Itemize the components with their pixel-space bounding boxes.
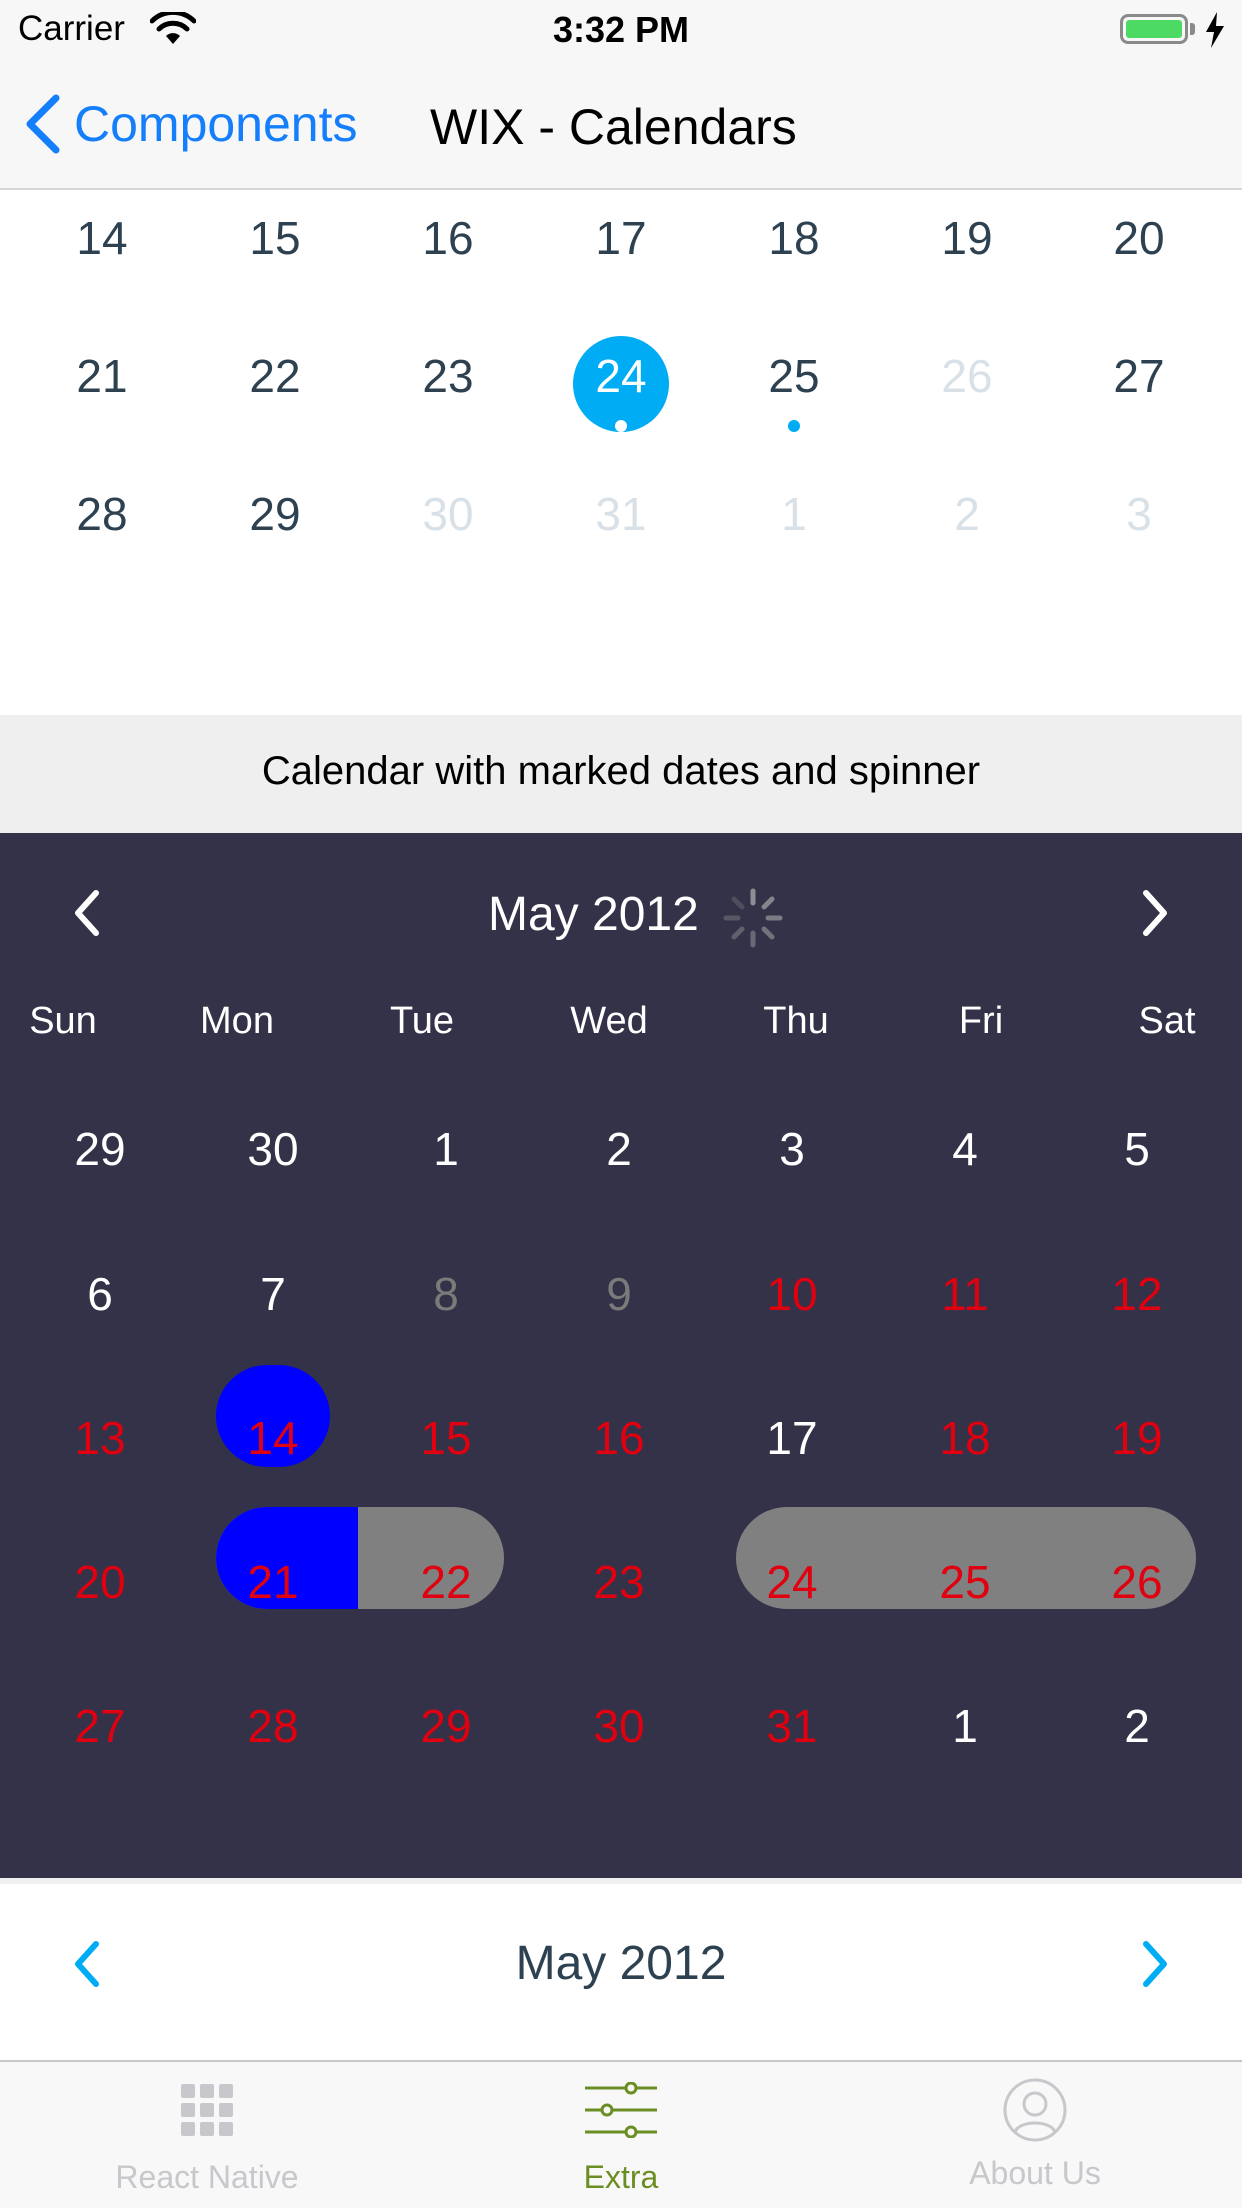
day-cell[interactable]: 26 bbox=[1062, 1552, 1212, 1612]
day-cell[interactable]: 1 bbox=[719, 484, 869, 544]
day-cell[interactable]: 10 bbox=[717, 1264, 867, 1324]
weekday-label: Fri bbox=[958, 1000, 1004, 1042]
day-cell[interactable]: 25 bbox=[719, 346, 869, 406]
previous-month-arrow[interactable] bbox=[68, 887, 108, 939]
weekday-label: Sun bbox=[29, 1000, 97, 1042]
tab-label: Extra bbox=[583, 2159, 659, 2195]
day-cell[interactable]: 21 bbox=[198, 1552, 348, 1612]
status-time: 3:32 PM bbox=[552, 9, 690, 50]
day-cell[interactable]: 20 bbox=[25, 1552, 175, 1612]
section-header: Calendar with marked dates and spinner bbox=[0, 715, 1242, 833]
next-month-arrow[interactable] bbox=[1134, 887, 1174, 939]
marked-day-dot bbox=[615, 420, 627, 432]
day-cell[interactable]: 19 bbox=[1062, 1408, 1212, 1468]
back-button-label: Components bbox=[74, 96, 358, 152]
day-cell[interactable]: 12 bbox=[1062, 1264, 1212, 1324]
day-cell[interactable]: 21 bbox=[27, 346, 177, 406]
day-cell[interactable]: 22 bbox=[371, 1552, 521, 1612]
day-cell[interactable]: 30 bbox=[544, 1696, 694, 1756]
calendar-dark: May 2012 Sun Mon Tue Wed Thu Fri Sat 29 30 1 2 3 4 5… bbox=[0, 833, 1242, 1878]
day-cell[interactable]: 2 bbox=[544, 1119, 694, 1179]
day-cell[interactable]: 16 bbox=[544, 1408, 694, 1468]
person-icon bbox=[1003, 2078, 1067, 2142]
day-cell[interactable]: 15 bbox=[200, 208, 350, 268]
day-cell[interactable]: 28 bbox=[198, 1696, 348, 1756]
day-cell[interactable]: 2 bbox=[892, 484, 1042, 544]
grid-icon bbox=[181, 2084, 233, 2136]
day-cell[interactable]: 13 bbox=[25, 1408, 175, 1468]
tab-extra[interactable]: Extra bbox=[414, 2081, 828, 2196]
day-cell[interactable]: 9 bbox=[544, 1264, 694, 1324]
day-cell[interactable]: 23 bbox=[373, 346, 523, 406]
day-cell[interactable]: 24 bbox=[546, 346, 696, 406]
day-cell[interactable]: 6 bbox=[25, 1264, 175, 1324]
marked-day-dot bbox=[788, 420, 800, 432]
weekday-label: Tue bbox=[389, 1000, 455, 1042]
day-cell[interactable]: 5 bbox=[1062, 1119, 1212, 1179]
tab-label: React Native bbox=[115, 2159, 299, 2195]
weekday-label: Thu bbox=[763, 1000, 829, 1042]
tab-bar: React Native Extra About Us bbox=[0, 2060, 1242, 2208]
status-bar: Carrier 3:32 PM bbox=[0, 0, 1242, 62]
day-cell[interactable]: 25 bbox=[890, 1552, 1040, 1612]
month-title: May 2012 bbox=[515, 1937, 727, 1990]
charging-bolt-icon bbox=[1206, 12, 1224, 48]
next-month-arrow[interactable] bbox=[1134, 1938, 1174, 1990]
tab-about-us[interactable]: About Us bbox=[828, 2078, 1242, 2192]
day-cell[interactable]: 28 bbox=[27, 484, 177, 544]
day-cell[interactable]: 17 bbox=[717, 1408, 867, 1468]
day-cell[interactable]: 4 bbox=[890, 1119, 1040, 1179]
day-cell[interactable]: 2 bbox=[1062, 1696, 1212, 1756]
day-cell[interactable]: 16 bbox=[373, 208, 523, 268]
day-cell[interactable]: 30 bbox=[198, 1119, 348, 1179]
weekday-label: Sat bbox=[1138, 1000, 1196, 1042]
day-cell[interactable]: 31 bbox=[546, 484, 696, 544]
day-cell[interactable]: 29 bbox=[200, 484, 350, 544]
day-cell[interactable]: 11 bbox=[890, 1264, 1040, 1324]
page-title: WIX - Calendars bbox=[430, 99, 797, 155]
day-cell[interactable]: 15 bbox=[371, 1408, 521, 1468]
tab-react-native[interactable]: React Native bbox=[0, 2082, 414, 2196]
day-cell[interactable]: 27 bbox=[25, 1696, 175, 1756]
day-cell[interactable]: 3 bbox=[1064, 484, 1214, 544]
day-cell[interactable]: 31 bbox=[717, 1696, 867, 1756]
day-cell[interactable]: 8 bbox=[371, 1264, 521, 1324]
day-cell[interactable]: 3 bbox=[717, 1119, 867, 1179]
day-cell[interactable]: 24 bbox=[717, 1552, 867, 1612]
calendar-light: 14 15 16 17 18 19 20 21 22 23 24 25 26 27 28 29 30 31 1 2 3 bbox=[0, 190, 1242, 715]
navigation-bar: Components WIX - Calendars bbox=[0, 62, 1242, 190]
day-cell[interactable]: 14 bbox=[198, 1408, 348, 1468]
day-cell[interactable]: 18 bbox=[719, 208, 869, 268]
loading-spinner bbox=[723, 888, 783, 948]
weekday-label: Mon bbox=[200, 1000, 274, 1042]
day-cell[interactable]: 1 bbox=[890, 1696, 1040, 1756]
calendar-bottom: May 2012 bbox=[0, 1878, 1242, 2060]
tab-label: About Us bbox=[969, 2155, 1101, 2191]
day-cell[interactable]: 1 bbox=[371, 1119, 521, 1179]
battery-nub bbox=[1190, 23, 1195, 35]
day-cell[interactable]: 17 bbox=[546, 208, 696, 268]
weekday-label: Wed bbox=[570, 1000, 648, 1042]
day-cell[interactable]: 27 bbox=[1064, 346, 1214, 406]
day-cell[interactable]: 22 bbox=[200, 346, 350, 406]
day-cell[interactable]: 7 bbox=[198, 1264, 348, 1324]
day-cell[interactable]: 30 bbox=[373, 484, 523, 544]
day-cell[interactable]: 23 bbox=[544, 1552, 694, 1612]
back-button[interactable]: Components bbox=[24, 88, 358, 160]
section-header-title: Calendar with marked dates and spinner bbox=[261, 749, 981, 793]
chevron-left-icon bbox=[26, 94, 60, 154]
day-cell[interactable]: 29 bbox=[371, 1696, 521, 1756]
day-cell[interactable]: 18 bbox=[890, 1408, 1040, 1468]
day-cell[interactable]: 29 bbox=[25, 1119, 175, 1179]
day-cell[interactable]: 14 bbox=[27, 208, 177, 268]
day-cell[interactable]: 19 bbox=[892, 208, 1042, 268]
battery-icon bbox=[1120, 14, 1188, 44]
day-cell[interactable]: 26 bbox=[892, 346, 1042, 406]
day-cell[interactable]: 20 bbox=[1064, 208, 1214, 268]
sliders-icon bbox=[585, 2081, 657, 2139]
